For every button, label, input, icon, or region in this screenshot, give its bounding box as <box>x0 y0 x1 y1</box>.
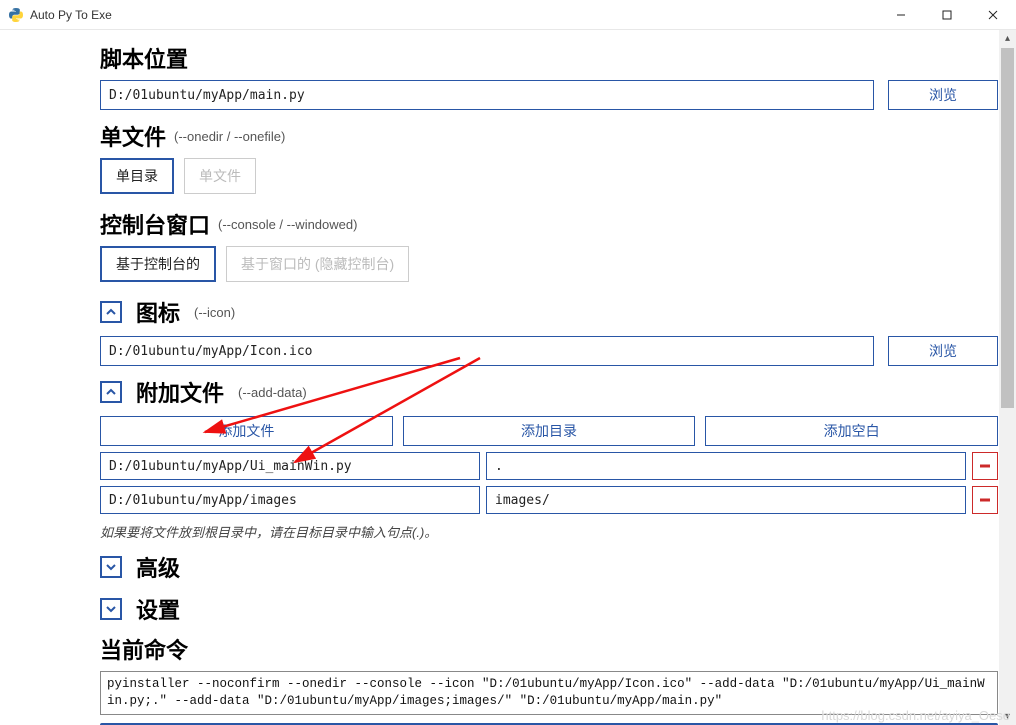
remove-row-button[interactable] <box>972 486 998 514</box>
icon-browse-button[interactable]: 浏览 <box>888 336 998 366</box>
add-data-hint: (--add-data) <box>238 385 307 400</box>
window-title: Auto Py To Exe <box>30 8 112 22</box>
console-hint: (--console / --windowed) <box>218 217 357 232</box>
add-dir-button[interactable]: 添加目录 <box>403 416 696 446</box>
console-option[interactable]: 基于控制台的 <box>100 246 216 282</box>
minimize-button[interactable] <box>878 0 924 30</box>
icon-path-input[interactable]: D:/01ubuntu/myApp/Icon.ico <box>100 336 874 366</box>
remove-row-button[interactable] <box>972 452 998 480</box>
icon-hint: (--icon) <box>194 305 235 320</box>
advanced-heading: 高级 <box>136 551 180 583</box>
close-button[interactable] <box>970 0 1016 30</box>
watermark: https://blog.csdn.net/ayiya_Oese <box>821 708 1010 723</box>
add-data-heading: 附加文件 <box>136 376 224 408</box>
add-file-button[interactable]: 添加文件 <box>100 416 393 446</box>
add-blank-button[interactable]: 添加空白 <box>705 416 998 446</box>
console-heading: 控制台窗口 (--console / --windowed) <box>100 208 998 240</box>
chevron-up-icon[interactable] <box>100 381 122 403</box>
chevron-up-icon[interactable] <box>100 301 122 323</box>
add-data-src-input[interactable]: D:/01ubuntu/myApp/images <box>100 486 480 514</box>
script-location-heading: 脚本位置 <box>100 42 998 74</box>
add-data-src-input[interactable]: D:/01ubuntu/myApp/Ui_mainWin.py <box>100 452 480 480</box>
onefile-heading: 单文件 (--onedir / --onefile) <box>100 120 998 152</box>
add-data-dst-input[interactable]: . <box>486 452 966 480</box>
script-browse-button[interactable]: 浏览 <box>888 80 998 110</box>
add-data-note: 如果要将文件放到根目录中，请在目标目录中输入句点(.)。 <box>100 522 998 541</box>
add-data-dst-input[interactable]: images/ <box>486 486 966 514</box>
maximize-button[interactable] <box>924 0 970 30</box>
onefile-option[interactable]: 单文件 <box>184 158 256 194</box>
titlebar: Auto Py To Exe <box>0 0 1016 30</box>
windowed-option[interactable]: 基于窗口的 (隐藏控制台) <box>226 246 409 282</box>
chevron-down-icon[interactable] <box>100 598 122 620</box>
icon-heading: 图标 <box>136 296 180 328</box>
settings-heading: 设置 <box>136 593 180 625</box>
chevron-down-icon[interactable] <box>100 556 122 578</box>
onefile-hint: (--onedir / --onefile) <box>174 129 285 144</box>
onedir-option[interactable]: 单目录 <box>100 158 174 194</box>
command-heading: 当前命令 <box>100 633 998 665</box>
python-icon <box>8 7 24 23</box>
script-path-input[interactable]: D:/01ubuntu/myApp/main.py <box>100 80 874 110</box>
